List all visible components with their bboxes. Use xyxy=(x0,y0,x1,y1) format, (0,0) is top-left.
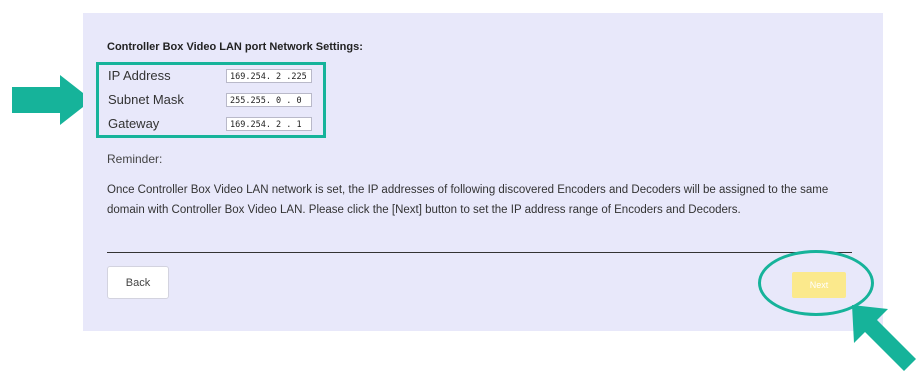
fields-highlight-box xyxy=(96,62,326,138)
reminder-text: Once Controller Box Video LAN network is… xyxy=(107,184,829,216)
annotation-arrow-right-icon xyxy=(12,75,92,125)
back-button[interactable]: Back xyxy=(107,266,169,299)
divider xyxy=(107,252,852,253)
annotation-arrow-up-left-icon xyxy=(852,305,916,371)
reminder-title: Reminder: xyxy=(107,152,163,166)
section-title: Controller Box Video LAN port Network Se… xyxy=(107,41,363,53)
